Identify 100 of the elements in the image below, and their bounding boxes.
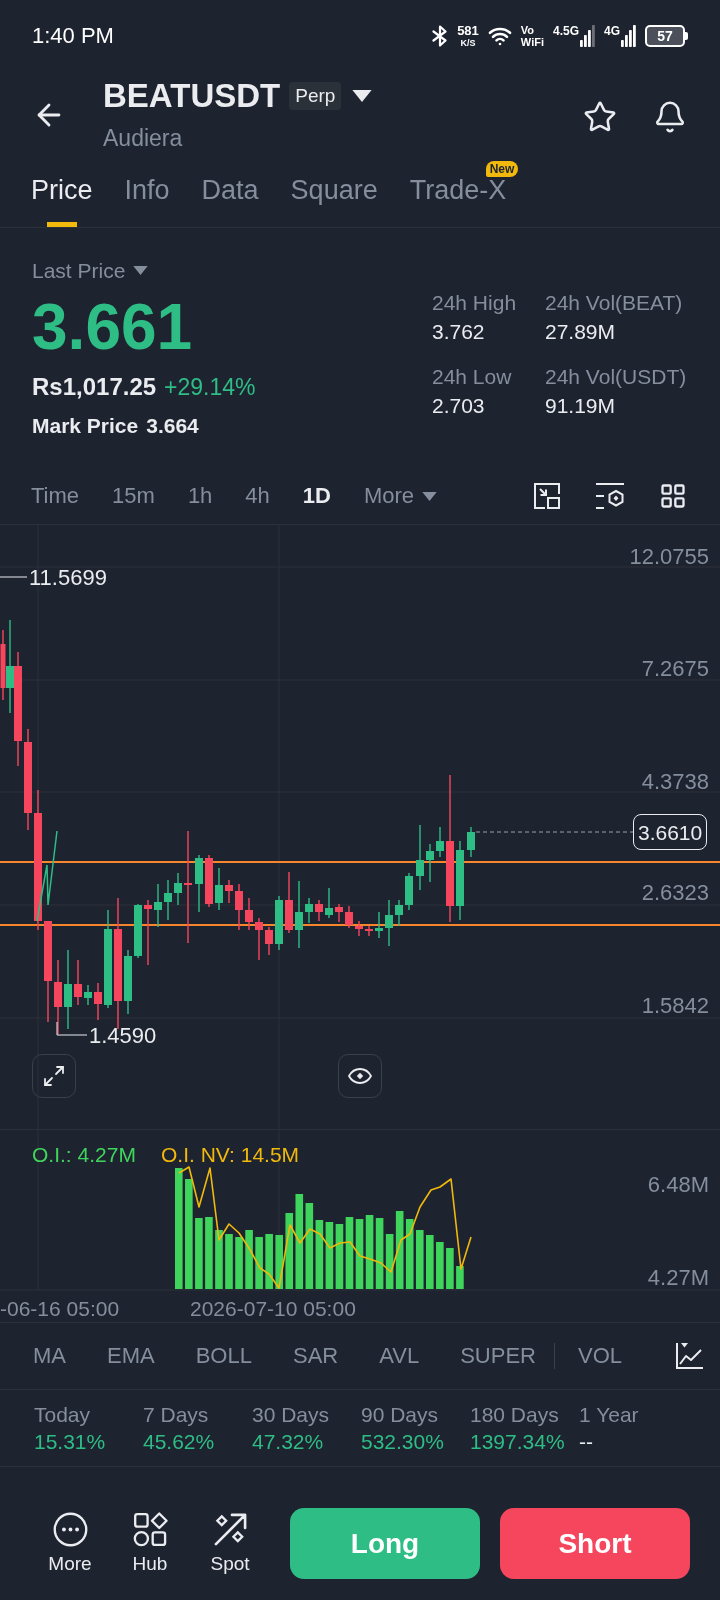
open-interest-bar [345,1217,354,1289]
candle [144,899,152,966]
low-marker-line [56,1021,88,1036]
open-interest-bar [415,1230,424,1289]
candle [164,879,172,921]
low-price-label: 1.4590 [89,1022,157,1050]
price-axis-label: 1.5842 [641,992,709,1020]
candle [467,826,475,858]
indicator-tab[interactable]: VOL [577,1345,622,1367]
candle [84,984,92,1006]
stat-value: 2.703 [432,393,486,419]
value-axis-label: 6.48M [647,1171,709,1199]
open-interest-bar [215,1230,223,1289]
time-axis-label: -06-16 05:00 [0,1296,120,1322]
candle [235,883,243,931]
time-axis-label: 2026-07-10 05:00 [190,1296,356,1322]
candle [325,887,333,919]
stat-value: 3.762 [432,319,486,345]
line-chart-icon[interactable] [675,1342,703,1370]
indicator-tab[interactable]: BOLL [195,1345,252,1367]
candle [436,826,444,858]
long-button[interactable]: Long [290,1508,480,1579]
candle [94,982,102,1021]
period-label: 7 Days [143,1403,210,1427]
period-change: 15.31% [34,1430,107,1454]
bottom-nav-item[interactable]: More [35,1508,105,1575]
price-type-dropdown[interactable]: Last Price [32,256,149,284]
interval-tab[interactable]: 1D [302,485,331,507]
tab[interactable]: Data [201,160,259,227]
mark-price-value: 3.664 [146,414,199,436]
candle [255,917,263,961]
expand-icon [42,1064,66,1088]
open-interest-bar [265,1234,273,1289]
open-interest-bar [205,1217,213,1289]
high-price-label: 11.5699 [29,564,107,592]
price-axis-label: 7.2675 [641,655,709,683]
open-interest-label: O.I.: 4.27M [32,1144,136,1166]
open-interest-bar [446,1248,454,1289]
candle [134,903,142,959]
bottom-nav-item[interactable]: Spot [195,1508,265,1575]
tab[interactable]: Info [124,160,170,227]
caret-down-icon[interactable] [352,90,373,102]
candle [355,920,363,937]
open-interest-bar [385,1234,394,1289]
indicator-tab[interactable]: SUPER [460,1345,536,1367]
fullscreen-button[interactable] [32,1054,76,1098]
interval-tab[interactable]: Time [31,485,80,507]
candle [74,959,82,1006]
candle [285,871,293,934]
network-speed: 581 [457,24,479,38]
indicator-tab[interactable]: AVL [379,1345,420,1367]
short-button[interactable]: Short [500,1508,690,1579]
star-icon[interactable] [583,100,617,134]
candle [416,824,424,891]
caret-down-icon [422,491,438,501]
indicator-tab[interactable]: MA [33,1345,66,1367]
indicator-tab[interactable]: SAR [292,1345,339,1367]
candle [315,899,323,922]
period-change: 45.62% [143,1430,216,1454]
ellipsis-circle-icon [52,1512,88,1547]
open-interest-bar [245,1230,253,1289]
network-type: 4.5G [552,25,579,38]
eye-icon [348,1068,372,1084]
candle [426,843,434,883]
open-interest-bar [325,1222,334,1289]
resize-window-icon[interactable] [533,482,561,510]
visibility-button[interactable] [338,1054,382,1098]
asset-name: Audiera [103,125,184,151]
stat-value: 27.89M [545,319,617,345]
grid-icon[interactable] [659,482,687,510]
stat-value: 91.19M [545,393,617,419]
candle [385,899,393,947]
open-interest-bar [195,1218,203,1289]
bottom-nav-item[interactable]: Hub [115,1508,185,1575]
period-change: 47.32% [252,1430,325,1454]
candle [195,854,203,913]
network-speed-unit: K/S [460,38,476,48]
open-interest-bar [235,1237,243,1289]
candle [215,867,223,911]
period-label: 90 Days [361,1403,440,1427]
candle [375,911,383,939]
stat-label: 24h Low [432,364,513,390]
caret-down-icon [133,265,149,275]
interval-more-dropdown[interactable]: More [363,485,438,507]
stat-label: 24h Vol(BEAT) [545,290,684,316]
interval-tab[interactable]: 1h [187,485,213,507]
open-interest-bar [225,1234,233,1289]
bell-icon[interactable] [653,100,687,134]
hexagon-lines-icon[interactable] [595,482,625,510]
candle [395,899,403,927]
interval-tab[interactable]: 4h [245,485,270,507]
tab[interactable]: Square [290,160,378,227]
period-change: 532.30% [361,1430,445,1454]
open-interest-bar [275,1235,283,1289]
indicator-tab[interactable]: EMA [107,1345,155,1367]
signal-icon [580,25,595,47]
status-time: 1:40 PM [32,25,114,47]
tab[interactable]: Price [31,160,93,227]
interval-tab[interactable]: 15m [112,485,155,507]
bluetooth-icon [432,25,449,47]
